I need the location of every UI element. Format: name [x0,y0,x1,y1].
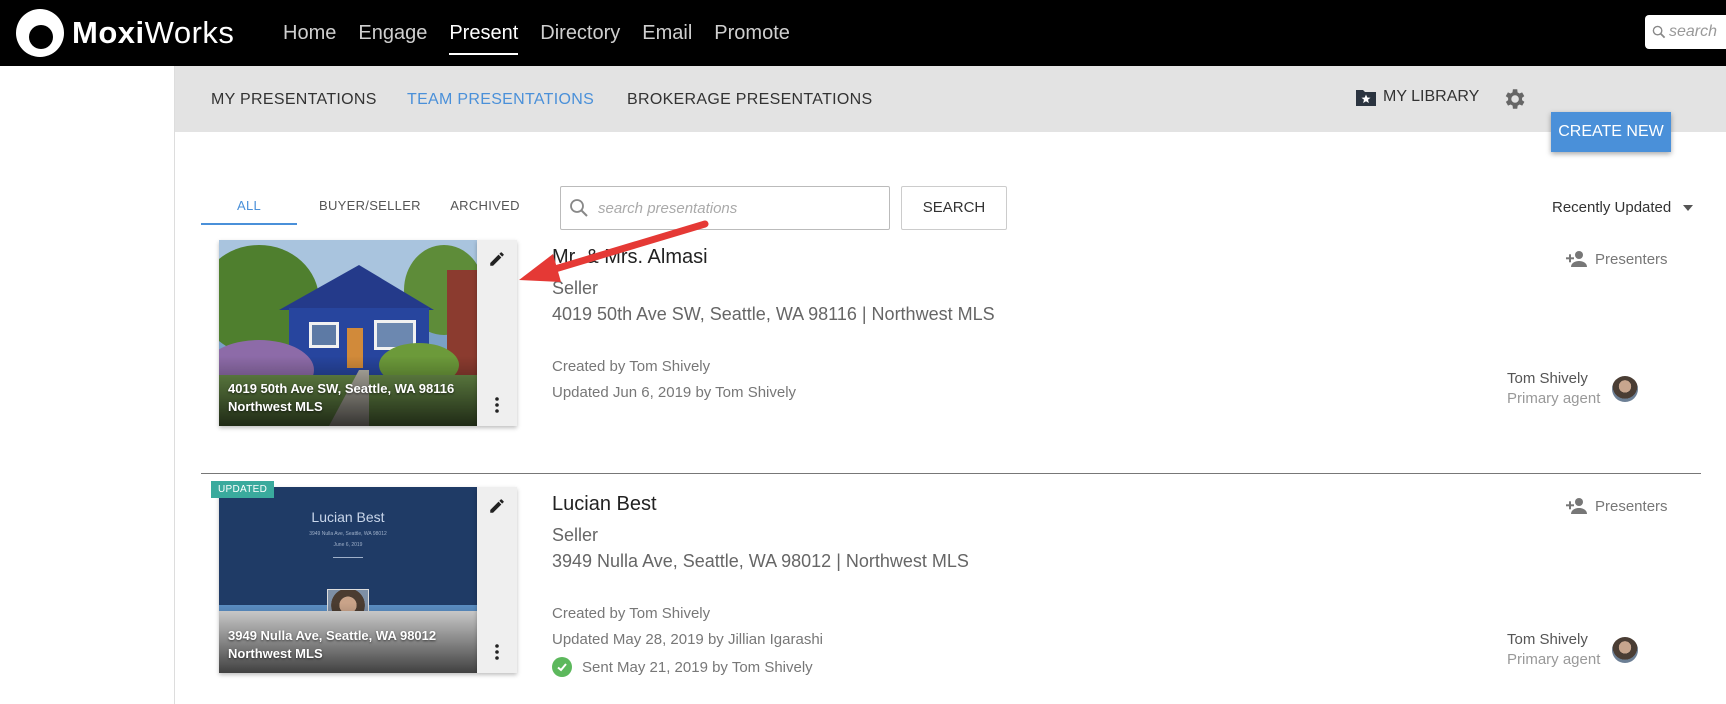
presentation-thumbnail[interactable]: 4019 50th Ave SW, Seattle, WA 98116 Nort… [219,240,517,426]
presentation-title[interactable]: Lucian Best [552,493,657,516]
presentation-address: 4019 50th Ave SW, Seattle, WA 98116 | No… [552,304,995,324]
cover-rule [333,557,363,558]
avatar [1612,376,1638,402]
thumbnail-mls: Northwest MLS [228,399,323,414]
tab-brokerage-presentations[interactable]: BROKERAGE PRESENTATIONS [627,66,872,134]
more-vertical-icon[interactable] [489,643,505,661]
filter-tab-archived[interactable]: ARCHIVED [445,196,525,226]
nav-email[interactable]: Email [642,0,692,66]
pencil-icon[interactable] [488,250,506,268]
thumbnail-mls: Northwest MLS [228,646,323,661]
more-vertical-icon[interactable] [489,396,505,414]
presenters-label: Presenters [1595,497,1668,515]
created-by: Created by Tom Shively [552,358,711,375]
card-divider [201,473,1701,474]
add-person-icon [1566,251,1587,267]
tab-my-presentations[interactable]: MY PRESENTATIONS [211,66,377,134]
global-search-placeholder: search [1669,23,1718,40]
nav-home[interactable]: Home [283,0,336,66]
annotation-arrow-icon [519,220,709,282]
pencil-icon[interactable] [488,497,506,515]
thumbnail-caption: 3949 Nulla Ave, Seattle, WA 98012 Northw… [228,627,436,663]
nav-promote[interactable]: Promote [714,0,790,66]
sort-label: Recently Updated [1552,199,1672,216]
thumbnail-actions [477,240,517,426]
nav-engage[interactable]: Engage [358,0,427,66]
logo-mark-icon [16,9,64,57]
presentation-search-input[interactable] [598,199,878,217]
global-search-input[interactable]: search [1645,15,1726,49]
sent-status: Sent May 21, 2019 by Tom Shively [552,657,813,677]
presentation-card: 4019 50th Ave SW, Seattle, WA 98116 Nort… [175,240,1726,440]
presentation-address: 3949 Nulla Ave, Seattle, WA 98012 | Nort… [552,551,969,571]
main-nav: Home Engage Present Directory Email Prom… [283,0,812,66]
thumbnail-address: 3949 Nulla Ave, Seattle, WA 98012 [228,628,437,643]
presentations-subnav: MY PRESENTATIONS TEAM PRESENTATIONS BROK… [175,66,1726,132]
moxiworks-logo[interactable]: MoxiWorks [16,9,234,57]
agent-role: Primary agent [1507,651,1601,668]
presentation-thumbnail[interactable]: Lucian Best 3949 Nulla Ave, Seattle, WA … [219,487,517,673]
top-navigation-bar: MoxiWorks Home Engage Present Directory … [0,0,1726,66]
updated-by: Updated May 28, 2019 by Jillian Igarashi [552,631,823,648]
my-library-button[interactable]: MY LIBRARY [1355,87,1479,107]
filter-tab-buyer-seller[interactable]: BUYER/SELLER [319,196,421,226]
thumbnail-actions [477,487,517,673]
tab-team-presentations[interactable]: TEAM PRESENTATIONS [407,66,594,134]
main-content: MY PRESENTATIONS TEAM PRESENTATIONS BROK… [174,66,1726,704]
search-button[interactable]: SEARCH [901,186,1007,230]
updated-by: Updated Jun 6, 2019 by Tom Shively [552,384,797,401]
check-circle-icon [552,657,572,677]
logo-text: MoxiWorks [72,15,235,50]
cover-title: Lucian Best [311,509,385,525]
search-icon [570,199,588,217]
created-by: Created by Tom Shively [552,605,711,622]
caret-down-icon [1683,204,1694,211]
active-tab-underline [201,223,297,225]
agent-role: Primary agent [1507,390,1601,407]
sent-label: Sent May 21, 2019 by Tom Shively [582,658,813,676]
add-presenters-button[interactable]: Presenters [1565,250,1668,268]
avatar [1612,637,1638,663]
add-presenters-button[interactable]: Presenters [1565,497,1668,515]
add-person-icon [1566,498,1587,514]
cover-address: 3949 Nulla Ave, Seattle, WA 98012 [309,531,387,537]
sort-dropdown[interactable]: Recently Updated [1552,199,1694,216]
agent-name: Tom Shively [1507,631,1588,648]
gear-icon[interactable] [1501,86,1527,112]
nav-present[interactable]: Present [449,0,518,66]
my-library-label: MY LIBRARY [1383,88,1480,105]
agent-name: Tom Shively [1507,370,1588,387]
presenters-label: Presenters [1595,250,1668,268]
cover-date: June 6, 2019 [333,542,363,548]
create-new-button[interactable]: CREATE NEW [1551,112,1671,152]
thumbnail-address: 4019 50th Ave SW, Seattle, WA 98116 [228,381,455,396]
filter-tab-all[interactable]: ALL [201,196,297,226]
nav-directory[interactable]: Directory [540,0,620,66]
search-icon [1652,25,1666,39]
presentation-card: UPDATED Lucian Best 3949 Nulla Ave, Seat… [175,481,1726,687]
updated-badge: UPDATED [211,481,275,498]
thumbnail-caption: 4019 50th Ave SW, Seattle, WA 98116 Nort… [228,380,454,416]
presentation-type: Seller [552,525,599,545]
folder-star-icon [1356,90,1376,106]
